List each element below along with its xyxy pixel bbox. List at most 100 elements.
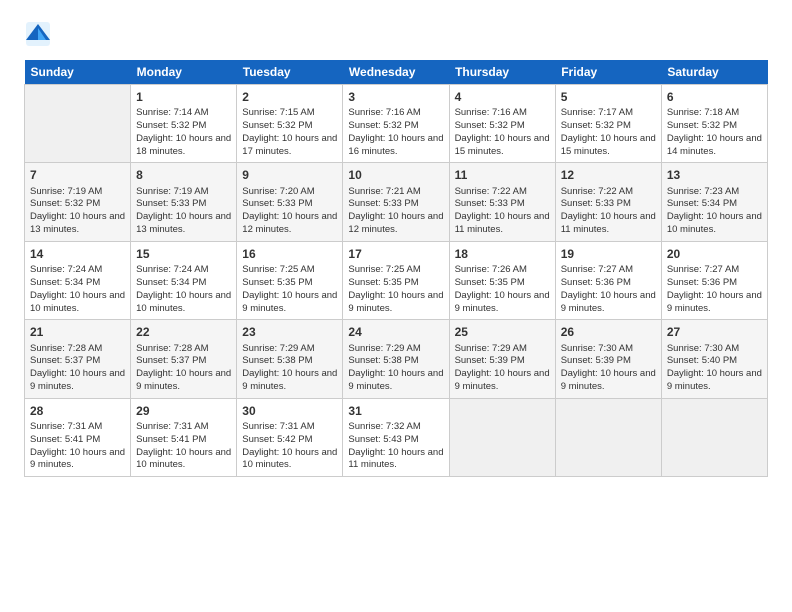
daylight-text: Daylight: 10 hours and 9 minutes. — [561, 368, 656, 392]
calendar-cell: 12 Sunrise: 7:22 AMSunset: 5:33 PM Dayligh… — [555, 163, 661, 241]
day-number: 13 — [667, 167, 762, 183]
daylight-text: Daylight: 10 hours and 9 minutes. — [561, 290, 656, 314]
calendar-cell: 24Sunrise: 7:29 AMSunset: 5:38 PMDayligh… — [343, 320, 449, 398]
daylight-text: Daylight: 10 hours and 9 minutes. — [667, 290, 762, 314]
daylight-text: Daylight: 10 hours and 11 minutes. — [455, 211, 550, 235]
day-number: 28 — [30, 403, 125, 419]
sunset-text: Sunset: 5:34 PM — [30, 277, 100, 288]
sunrise-text: Sunrise: 7:15 AM — [242, 107, 314, 118]
sunset-text: Sunset: 5:33 PM — [455, 198, 525, 209]
sunset-text: Sunset: 5:42 PM — [242, 434, 312, 445]
sunrise-text: Sunrise: 7:25 AM — [242, 264, 314, 275]
daylight-text: Daylight: 10 hours and 11 minutes. — [348, 447, 443, 471]
day-number: 8 — [136, 167, 231, 183]
sunset-text: Sunset: 5:43 PM — [348, 434, 418, 445]
calendar-cell: 29Sunrise: 7:31 AMSunset: 5:41 PMDayligh… — [131, 398, 237, 476]
calendar-cell: 20Sunrise: 7:27 AMSunset: 5:36 PMDayligh… — [661, 241, 767, 319]
day-number: 23 — [242, 324, 337, 340]
daylight-text: Daylight: 10 hours and 9 minutes. — [136, 368, 231, 392]
logo-icon — [24, 20, 52, 48]
calendar-cell: 3Sunrise: 7:16 AMSunset: 5:32 PMDaylight… — [343, 85, 449, 163]
daylight-text: Daylight: 10 hours and 9 minutes. — [455, 368, 550, 392]
day-number: 30 — [242, 403, 337, 419]
daylight-text: Daylight: 10 hours and 11 minutes. — [561, 211, 656, 235]
sunset-text: Sunset: 5:33 PM — [136, 198, 206, 209]
day-number: 15 — [136, 246, 231, 262]
calendar-cell: 14Sunrise: 7:24 AMSunset: 5:34 PMDayligh… — [25, 241, 131, 319]
sunrise-text: Sunrise: 7:28 AM — [30, 343, 102, 354]
sunset-text: Sunset: 5:41 PM — [136, 434, 206, 445]
sunrise-text: Sunrise: 7:18 AM — [667, 107, 739, 118]
day-number: 7 — [30, 167, 125, 183]
sunrise-text: Sunrise: 7:25 AM — [348, 264, 420, 275]
day-header-saturday: Saturday — [661, 60, 767, 85]
daylight-text: Daylight: 10 hours and 9 minutes. — [348, 368, 443, 392]
sunset-text: Sunset: 5:32 PM — [242, 120, 312, 131]
calendar-cell: 30Sunrise: 7:31 AMSunset: 5:42 PMDayligh… — [237, 398, 343, 476]
day-number: 11 — [455, 167, 550, 183]
sunrise-text: Sunrise: 7:31 AM — [30, 421, 102, 432]
calendar-cell: 31Sunrise: 7:32 AMSunset: 5:43 PMDayligh… — [343, 398, 449, 476]
logo — [24, 20, 56, 48]
daylight-text: Daylight: 10 hours and 10 minutes. — [136, 447, 231, 471]
sunrise-text: Sunrise: 7:29 AM — [348, 343, 420, 354]
daylight-text: Daylight: 10 hours and 13 minutes. — [136, 211, 231, 235]
calendar-cell: 25Sunrise: 7:29 AMSunset: 5:39 PMDayligh… — [449, 320, 555, 398]
day-number: 4 — [455, 89, 550, 105]
sunrise-text: Sunrise: 7:16 AM — [348, 107, 420, 118]
sunrise-text: Sunrise: 7:30 AM — [667, 343, 739, 354]
sunset-text: Sunset: 5:37 PM — [136, 355, 206, 366]
calendar-cell: 6Sunrise: 7:18 AMSunset: 5:32 PMDaylight… — [661, 85, 767, 163]
week-row-2: 7Sunrise: 7:19 AMSunset: 5:32 PMDaylight… — [25, 163, 768, 241]
daylight-text: Daylight: 10 hours and 9 minutes. — [455, 290, 550, 314]
sunrise-text: Sunrise: 7:19 AM — [30, 186, 102, 197]
calendar-cell: 13Sunrise: 7:23 AMSunset: 5:34 PMDayligh… — [661, 163, 767, 241]
calendar-cell: 1Sunrise: 7:14 AMSunset: 5:32 PMDaylight… — [131, 85, 237, 163]
day-number: 25 — [455, 324, 550, 340]
calendar-cell: 11 Sunrise: 7:22 AMSunset: 5:33 PM Dayligh… — [449, 163, 555, 241]
day-number: 12 — [561, 167, 656, 183]
calendar-cell: 17Sunrise: 7:25 AMSunset: 5:35 PMDayligh… — [343, 241, 449, 319]
sunrise-text: Sunrise: 7:24 AM — [30, 264, 102, 275]
day-number: 29 — [136, 403, 231, 419]
day-number: 19 — [561, 246, 656, 262]
daylight-text: Daylight: 10 hours and 12 minutes. — [242, 211, 337, 235]
sunset-text: Sunset: 5:33 PM — [561, 198, 631, 209]
days-header-row: SundayMondayTuesdayWednesdayThursdayFrid… — [25, 60, 768, 85]
sunrise-text: Sunrise: 7:31 AM — [242, 421, 314, 432]
sunrise-text: Sunrise: 7:22 AM — [455, 186, 527, 197]
sunrise-text: Sunrise: 7:17 AM — [561, 107, 633, 118]
sunrise-text: Sunrise: 7:30 AM — [561, 343, 633, 354]
day-number: 10 — [348, 167, 443, 183]
sunrise-text: Sunrise: 7:32 AM — [348, 421, 420, 432]
day-number: 3 — [348, 89, 443, 105]
calendar-cell: 5Sunrise: 7:17 AMSunset: 5:32 PMDaylight… — [555, 85, 661, 163]
header — [24, 20, 768, 48]
calendar-cell: 8 Sunrise: 7:19 AMSunset: 5:33 PM Daylight… — [131, 163, 237, 241]
sunset-text: Sunset: 5:32 PM — [455, 120, 525, 131]
day-number: 22 — [136, 324, 231, 340]
sunrise-text: Sunrise: 7:29 AM — [242, 343, 314, 354]
daylight-text: Daylight: 10 hours and 10 minutes. — [30, 290, 125, 314]
calendar-cell: 9Sunrise: 7:20 AMSunset: 5:33 PMDaylight… — [237, 163, 343, 241]
calendar-cell: 27Sunrise: 7:30 AMSunset: 5:40 PMDayligh… — [661, 320, 767, 398]
day-header-thursday: Thursday — [449, 60, 555, 85]
day-number: 16 — [242, 246, 337, 262]
day-number: 27 — [667, 324, 762, 340]
sunset-text: Sunset: 5:32 PM — [30, 198, 100, 209]
week-row-4: 21Sunrise: 7:28 AMSunset: 5:37 PMDayligh… — [25, 320, 768, 398]
sunrise-text: Sunrise: 7:20 AM — [242, 186, 314, 197]
sunrise-text: Sunrise: 7:19 AM — [136, 186, 208, 197]
daylight-text: Daylight: 10 hours and 12 minutes. — [348, 211, 443, 235]
sunset-text: Sunset: 5:40 PM — [667, 355, 737, 366]
sunrise-text: Sunrise: 7:22 AM — [561, 186, 633, 197]
daylight-text: Daylight: 10 hours and 10 minutes. — [667, 211, 762, 235]
calendar-cell: 28Sunrise: 7:31 AMSunset: 5:41 PMDayligh… — [25, 398, 131, 476]
day-number: 1 — [136, 89, 231, 105]
day-number: 2 — [242, 89, 337, 105]
sunset-text: Sunset: 5:35 PM — [242, 277, 312, 288]
day-header-wednesday: Wednesday — [343, 60, 449, 85]
sunset-text: Sunset: 5:38 PM — [348, 355, 418, 366]
sunset-text: Sunset: 5:36 PM — [667, 277, 737, 288]
sunset-text: Sunset: 5:32 PM — [561, 120, 631, 131]
